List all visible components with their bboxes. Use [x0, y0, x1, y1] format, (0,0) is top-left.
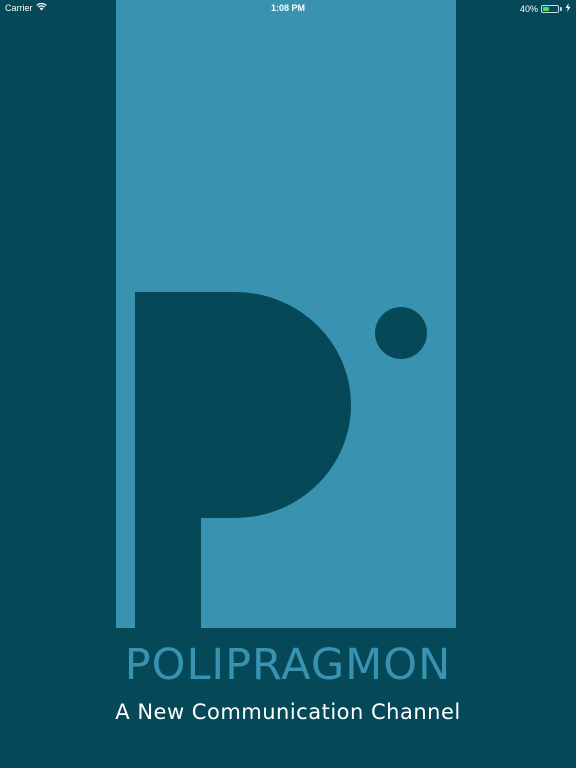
battery-level — [543, 6, 549, 11]
status-right: 40% — [520, 3, 571, 14]
splash-screen: Carrier 1:08 PM 40% POLIPRAGMON A New Co… — [0, 0, 576, 768]
battery-cap — [560, 6, 562, 11]
battery-percent: 40% — [519, 3, 538, 14]
battery-icon — [541, 4, 559, 13]
charging-icon — [565, 3, 571, 14]
brand-name: POLIPRAGMON — [124, 640, 452, 690]
clock: 1:08 PM — [270, 3, 305, 13]
status-bar: Carrier 1:08 PM 40% — [0, 0, 576, 16]
tagline: A New Communication Channel — [115, 700, 461, 724]
